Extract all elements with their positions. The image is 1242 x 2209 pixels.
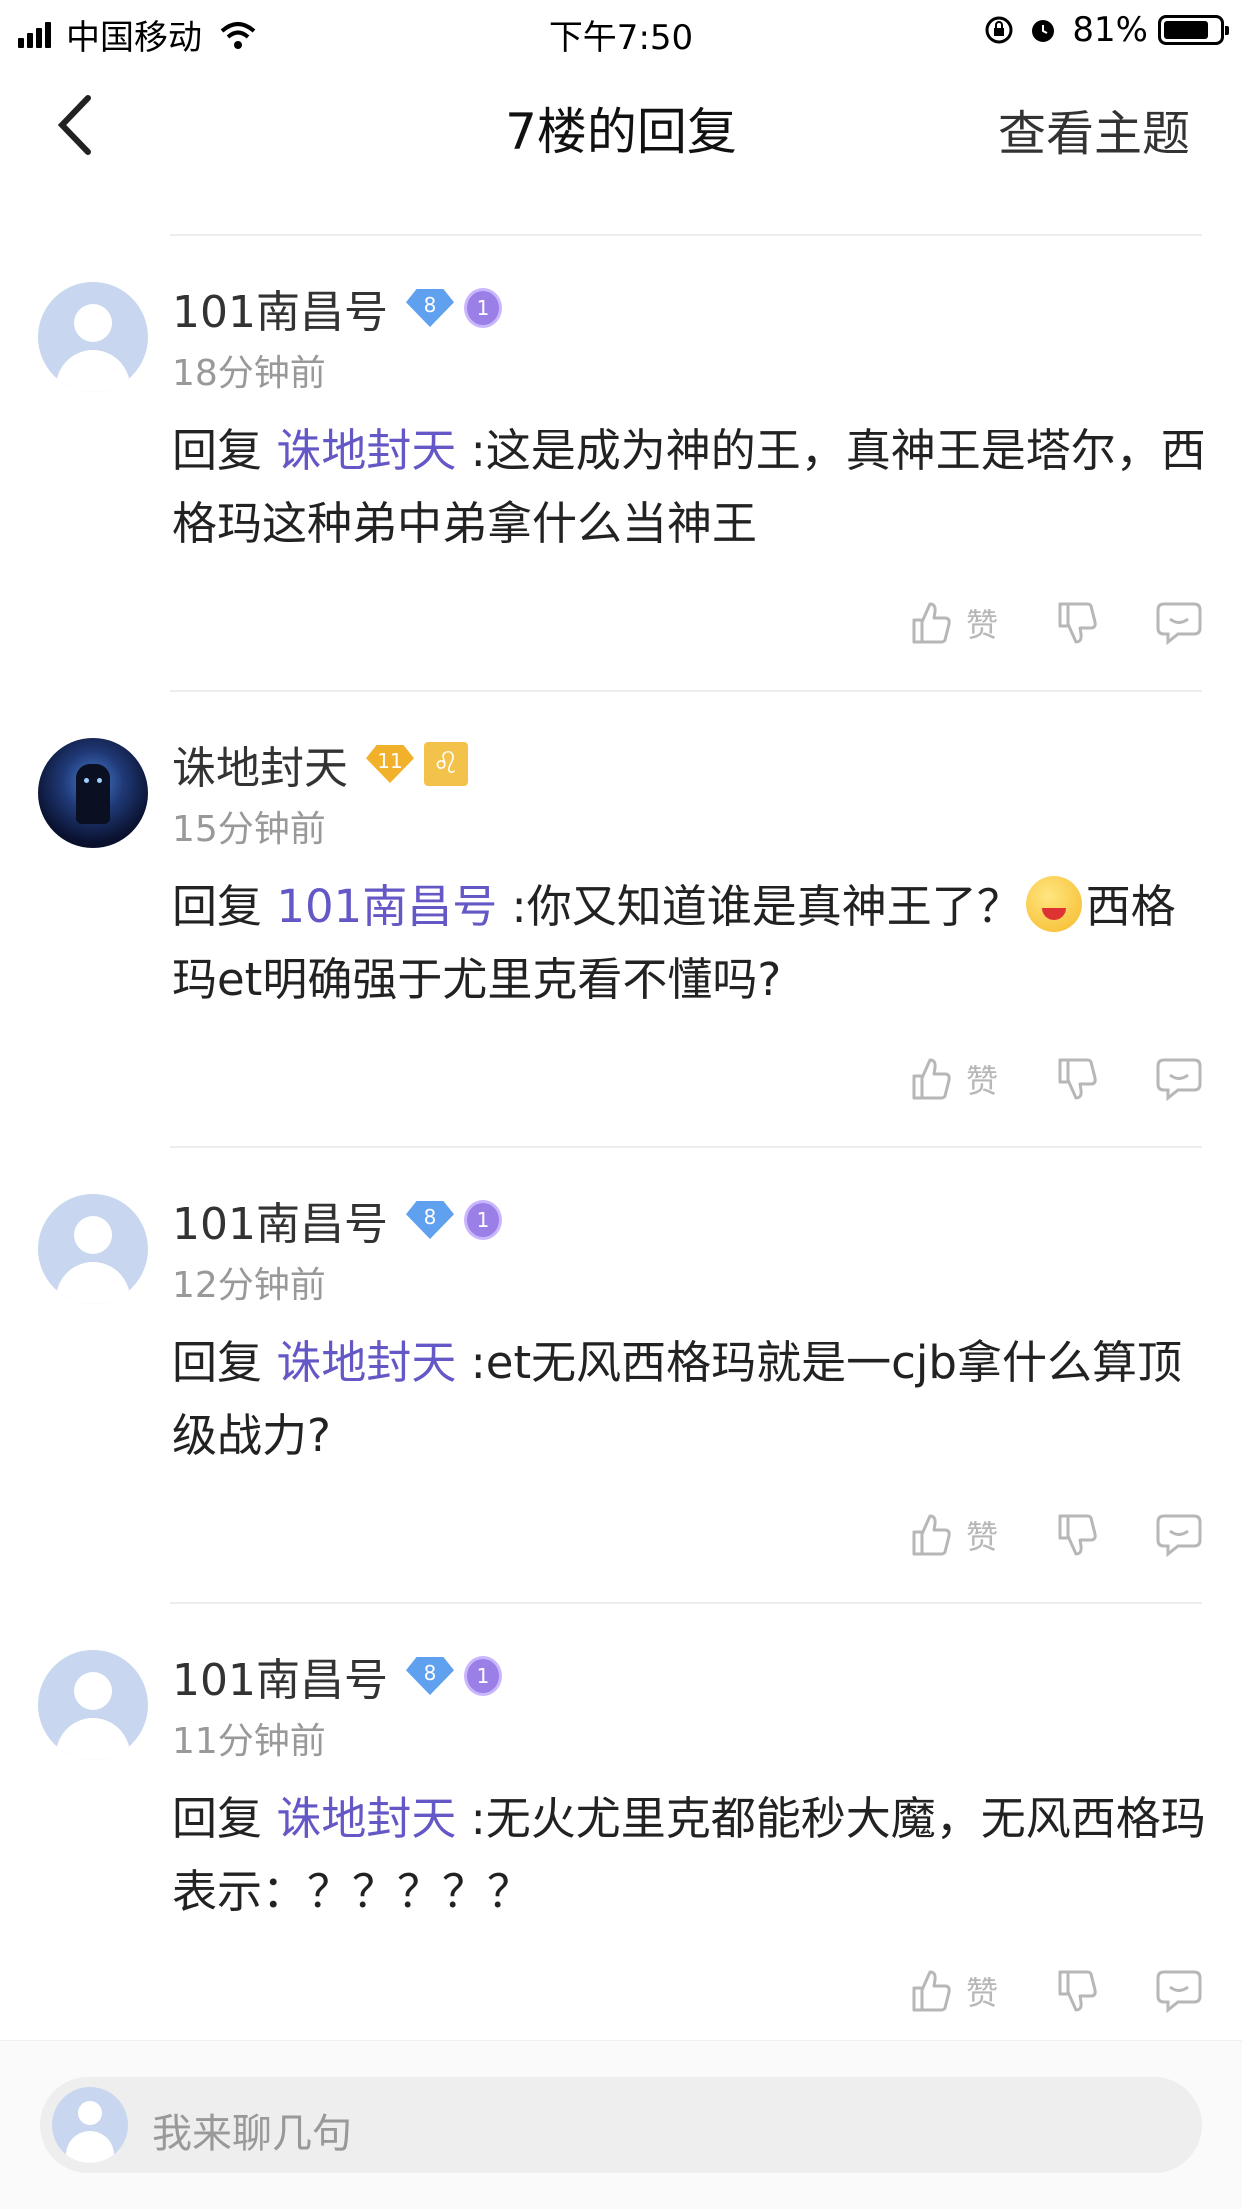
reply-text: 回复 诛地封天 :et无风西格玛就是一cjb拿什么算顶级战力? [172,1336,1182,1462]
medal-icon: 1 [463,288,502,328]
mention-link[interactable]: 诛地封天 [276,1336,456,1389]
reply-text: 回复 诛地封天 :无火尤里克都能秒大魔，无风西格玛表示：？？？？？ [172,1792,1206,1918]
level-badge-icon: 8 [405,1657,454,1695]
like-button[interactable]: 赞 [908,1512,998,1558]
reply-item: 101南昌号 8 1 12分钟前 回复 诛地封天 :et无风西格玛就是一cjb拿… [0,1148,1242,1604]
grinning-emoji-icon [1025,876,1082,932]
nav-bar: 7楼的回复 查看主题 [0,64,1242,190]
username-text: 101南昌号 [172,1655,388,1706]
rotation-lock-icon [985,16,1013,44]
username-text: 诛地封天 [172,743,348,794]
reply-text: 回复 诛地封天 :这是成为神的王，真神王是塔尔，西格玛这种弟中弟拿什么当神王 [172,424,1206,550]
avatar[interactable] [38,1194,148,1304]
username-text: 101南昌号 [172,287,388,338]
comment-input[interactable]: 我来聊几句 [40,2077,1202,2173]
comment-button[interactable] [1156,600,1202,646]
medal-icon: 1 [463,1656,502,1696]
dislike-button[interactable] [1054,1512,1100,1558]
comment-button[interactable] [1156,1056,1202,1102]
avatar[interactable] [38,738,148,848]
like-label: 赞 [965,1974,998,2012]
reply-time: 12分钟前 [172,1265,326,1306]
level-badge-icon: 8 [405,1201,454,1239]
like-button[interactable]: 赞 [908,1056,998,1102]
level-badge-icon: 8 [405,289,454,327]
like-label: 赞 [965,1518,998,1556]
thumbs-up-icon [912,1514,951,1556]
battery-percent: 81% [1072,10,1148,50]
comment-button[interactable] [1156,1512,1202,1558]
reply-text: 回复 101南昌号 :你又知道谁是真神王了？ 西格玛et明确强于尤里克看不懂吗? [172,870,1212,1016]
like-label: 赞 [965,606,998,644]
dislike-button[interactable] [1054,1968,1100,2014]
username[interactable]: 101南昌号 8 1 [172,1644,502,1708]
my-avatar [52,2087,128,2163]
reply-time: 15分钟前 [172,809,326,850]
avatar[interactable] [38,1650,148,1760]
comment-bubble-icon [1156,602,1202,646]
username-text: 101南昌号 [172,1199,388,1250]
thumbs-down-icon [1058,1970,1097,2012]
comment-button[interactable] [1156,1968,1202,2014]
username[interactable]: 101南昌号 8 1 [172,1188,502,1252]
thumbs-up-icon [912,1058,951,1100]
comment-placeholder: 我来聊几句 [152,2111,352,2157]
reply-actions: 赞 [852,1512,1202,1558]
reply-item: 101南昌号 8 1 11分钟前 回复 诛地封天 :无火尤里克都能秒大魔，无风西… [0,1604,1242,2060]
dislike-button[interactable] [1054,600,1100,646]
username[interactable]: 101南昌号 8 1 [172,276,502,340]
thumbs-up-icon [912,602,951,644]
comment-bubble-icon [1156,1970,1202,2014]
view-topic-button[interactable]: 查看主题 [998,94,1190,164]
username[interactable]: 诛地封天 11 ♌ [172,732,468,796]
reply-item: 诛地封天 11 ♌ 15分钟前 回复 101南昌号 :你又知道谁是真神王了？ 西格… [0,692,1242,1148]
battery-icon [1158,15,1229,45]
leo-zodiac-icon: ♌ [424,742,468,786]
like-label: 赞 [965,1062,998,1100]
thumbs-down-icon [1058,602,1097,644]
reply-time: 11分钟前 [172,1721,326,1762]
reply-actions: 赞 [852,1056,1202,1102]
reply-time: 18分钟前 [172,353,326,394]
dislike-button[interactable] [1054,1056,1100,1102]
avatar[interactable] [38,282,148,392]
thumbs-down-icon [1058,1058,1097,1100]
comment-input-bar: 我来聊几句 [0,2040,1242,2209]
status-bar: 中国移动 下午7:50 81% [0,0,1242,64]
reply-actions: 赞 [852,1968,1202,2014]
status-right: 81% [984,10,1229,50]
medal-icon: 1 [463,1200,502,1240]
reply-actions: 赞 [852,600,1202,646]
reply-item: 101南昌号 8 1 18分钟前 回复 诛地封天 :这是成为神的王，真神王是塔尔… [0,236,1242,692]
thumbs-up-icon [912,1970,951,2012]
comment-bubble-icon [1156,1514,1202,1558]
mention-link[interactable]: 诛地封天 [276,424,456,477]
like-button[interactable]: 赞 [908,600,998,646]
like-button[interactable]: 赞 [908,1968,998,2014]
thumbs-down-icon [1058,1514,1097,1556]
level-badge-icon: 11 [366,745,414,783]
mention-link[interactable]: 诛地封天 [276,1792,456,1845]
alarm-icon [1032,20,1055,42]
mention-link[interactable]: 101南昌号 [276,880,497,933]
comment-bubble-icon [1156,1058,1202,1102]
